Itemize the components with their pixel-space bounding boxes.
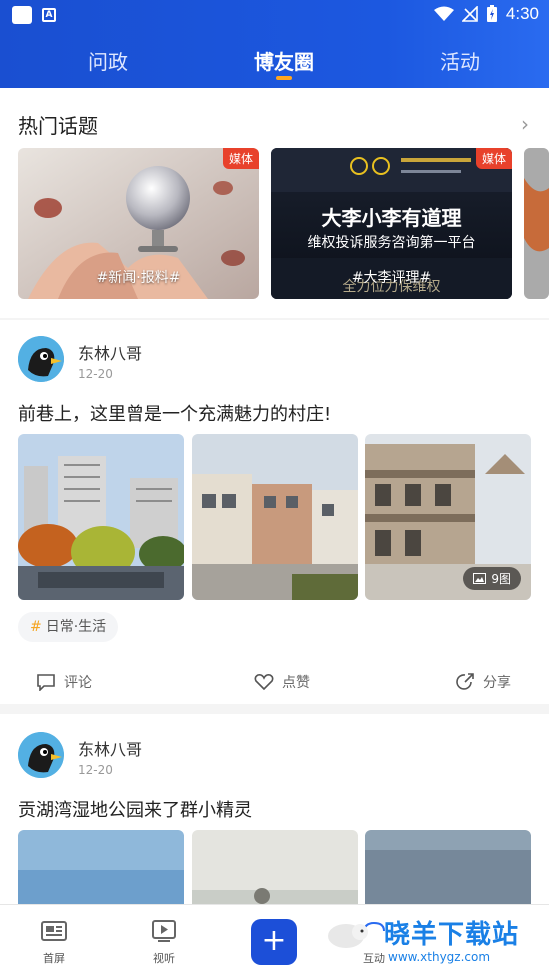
partial-card-image [524,148,549,299]
post-card[interactable]: 东林八哥 12-20 贡湖湾湿地公园来了群小精灵 [0,714,549,976]
banner-subline: 维权投诉服务咨询第一平台 [307,235,476,251]
media-tag: 媒体 [222,148,259,169]
comment-button[interactable]: 评论 [36,672,92,692]
comment-label: 评论 [64,675,92,691]
image-count-badge: 9图 [463,567,521,590]
sheep-logo-icon [328,924,368,948]
avatar[interactable] [18,732,64,778]
bird-avatar-icon [18,732,64,778]
share-icon [456,673,474,690]
share-button[interactable]: 分享 [455,672,511,692]
avatar[interactable] [18,336,64,382]
village-houses-photo [192,434,358,600]
wifi-icon [433,6,454,21]
topic-tag-label: 日常·生活 [45,619,107,635]
hot-topic-card-partial[interactable] [524,148,549,299]
hot-topics-title: 热门话题 [18,114,98,138]
post-photo[interactable] [192,434,358,600]
a-icon: A [42,8,56,22]
status-bar: A 4:30 [0,0,549,32]
post-date: 12-20 [78,763,113,777]
tab-boyouquan[interactable]: 博友圈 [254,46,314,75]
heart-icon [254,674,274,691]
post-card[interactable]: 东林八哥 12-20 前巷上，这里曾是一个充满魅力的村庄! 9图 # 日常·生活… [0,320,549,704]
hash-icon: # [30,619,42,635]
tab-wenzheng[interactable]: 问政 [88,46,128,75]
card-caption: #大李评理# [351,270,432,286]
bird-avatar-icon [18,336,64,382]
nav-label: 视听 [153,952,175,965]
banner-headline: 大李小李有道理 [321,206,462,230]
author-name[interactable]: 东林八哥 [78,736,142,760]
video-icon [152,920,176,942]
top-tabs: 问政 博友圈 活动 [0,40,549,84]
publish-button[interactable]: + [251,919,297,965]
tab-huodong[interactable]: 活动 [440,46,480,75]
clock: 4:30 [505,4,539,23]
media-tag: 媒体 [475,148,512,169]
like-label: 点赞 [282,675,310,691]
post-text[interactable]: 前巷上，这里曾是一个充满魅力的村庄! [18,400,331,426]
card-caption: #新闻·报料# [96,270,181,286]
watermark-url: www.xthygz.com [388,950,491,964]
tab-indicator [276,76,292,80]
post-text[interactable]: 贡湖湾湿地公园来了群小精灵 [18,796,252,822]
watermark: 晓羊下载站 www.xthygz.com [324,912,549,976]
post-actions: 评论 点赞 分享 [0,662,549,702]
share-label: 分享 [483,675,511,691]
hot-topic-card-news[interactable]: 媒体 #新闻·报料# [18,148,259,299]
newspaper-icon [41,921,67,941]
post-photo[interactable] [18,434,184,600]
image-count: 9图 [491,572,511,586]
topic-tag-chip[interactable]: # 日常·生活 [18,612,119,642]
notification-icon [12,6,32,24]
watermark-title: 晓羊下载站 [384,920,520,950]
nav-item-home[interactable]: 首屏 [24,919,84,966]
app-screen: A 4:30 问政 博友圈 活动 热门话题 › 媒体 #新闻·报料# 大李小李有… [0,0,549,976]
post-photo[interactable]: 9图 [365,434,531,600]
comment-icon [37,674,55,691]
no-signal-icon [461,6,478,22]
like-button[interactable]: 点赞 [254,672,310,692]
battery-icon [486,5,497,22]
author-name[interactable]: 东林八哥 [78,340,142,364]
chevron-right-icon[interactable]: › [521,112,529,136]
post-date: 12-20 [78,367,113,381]
header: A 4:30 问政 博友圈 活动 [0,0,549,88]
hot-topic-card-dali[interactable]: 大李小李有道理 维权投诉服务咨询第一平台 全力位力保维权 媒体 #大李评理# [271,148,512,299]
nav-label: 首屏 [43,952,65,965]
hot-topics-section: 热门话题 › 媒体 #新闻·报料# 大李小李有道理 维权投诉服务咨询第一平台 全… [0,88,549,318]
nav-item-video[interactable]: 视听 [134,919,194,966]
apartment-photo [18,434,184,600]
image-icon [473,573,487,584]
